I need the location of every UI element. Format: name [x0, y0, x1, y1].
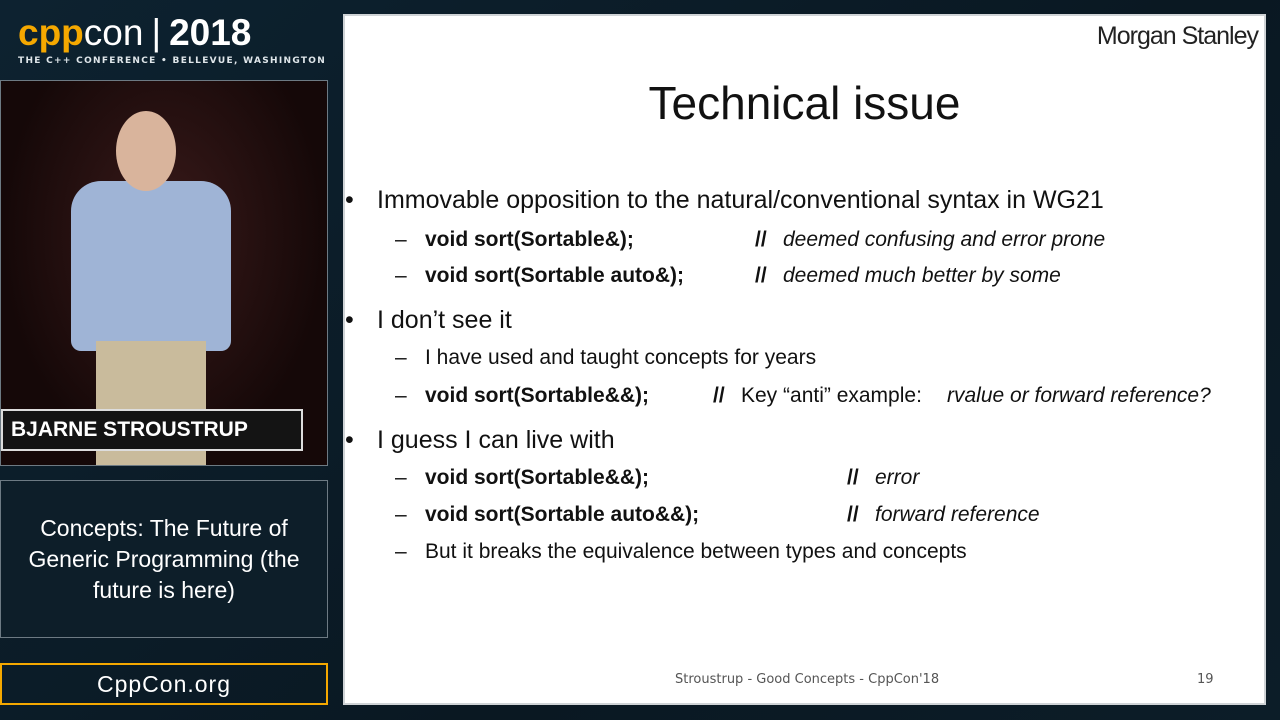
slide-bullet-line: • Immovable opposition to the natural/con… [345, 186, 1104, 215]
slide-text-segment: I have used and taught concepts for year… [425, 346, 817, 369]
slide-text-segment: Key “anti” example: [741, 384, 922, 407]
slide-bullet-line: • I don’t see it [345, 306, 512, 335]
dash-icon: – [395, 346, 407, 369]
dash-icon: – [395, 384, 407, 407]
speaker-name: BJARNE STROUSTRUP [1, 409, 303, 451]
dash-icon: – [395, 540, 407, 563]
slide-text-segment: void sort(Sortable&&); [425, 384, 650, 407]
slide-text-segment: // [847, 503, 859, 526]
slide-title: Technical issue [648, 77, 961, 129]
slide-text-segment: I guess I can live with [377, 426, 615, 454]
slide-bullet-line: – I have used and taught concepts for yea… [395, 346, 817, 370]
dash-icon: – [395, 466, 407, 489]
slide-text-segment: rvalue or forward reference? [947, 384, 1211, 407]
slide-text-segment: // [847, 466, 859, 489]
slide-text-segment: void sort(Sortable auto&&); [425, 503, 700, 526]
slide-bullet-line: – void sort(Sortable&&); // error [395, 466, 919, 490]
slide-footer: Stroustrup - Good Concepts - CppCon'18 [675, 672, 940, 687]
logo-tagline: THE C++ CONFERENCE • BELLEVUE, WASHINGTO… [18, 56, 327, 66]
slide-bullet-line: • I guess I can live with [345, 426, 615, 455]
cppcon-logo: cppcon | 2018 THE C++ CONFERENCE • BELLEVU… [18, 12, 327, 66]
logo-cpp: cpp [18, 12, 84, 53]
slide-text-segment: deemed confusing and error prone [783, 228, 1106, 251]
dash-icon: – [395, 228, 407, 251]
site-url: CppCon.org [0, 663, 328, 705]
slide-text-segment: forward reference [875, 503, 1040, 526]
slide-bullet-line: – But it breaks the equivalence between t… [395, 540, 967, 564]
sponsor-logo: Morgan Stanley [1096, 22, 1259, 50]
slide-text-segment: // [755, 264, 767, 287]
logo-year: 2018 [169, 12, 252, 53]
talk-title: Concepts: The Future of Generic Programm… [0, 480, 328, 638]
slide-text-segment: // [755, 228, 767, 251]
slide-text-segment: void sort(Sortable auto&); [425, 264, 685, 287]
talk-title-text: Concepts: The Future of Generic Programm… [28, 514, 300, 603]
slide-text-segment: void sort(Sortable&); [425, 228, 634, 251]
slide-text-segment: // [713, 384, 725, 407]
dash-icon: – [395, 264, 407, 287]
dash-icon: – [395, 503, 407, 526]
slide-text-segment: void sort(Sortable&&); [425, 466, 650, 489]
logo-separator: | [151, 12, 162, 53]
slide: Morgan Stanley Technical issue • Immovabl… [343, 14, 1266, 705]
slide-text-segment: error [875, 466, 920, 489]
slide-bullet-line: – void sort(Sortable auto&); // deemed much… [395, 264, 1061, 288]
slide-bullet-line: – void sort(Sortable auto&&); // forward re… [395, 503, 1040, 527]
slide-text-segment: Immovable opposition to the natural/conv… [377, 186, 1104, 214]
slide-text-segment: But it breaks the equivalence between ty… [425, 540, 967, 563]
speaker-video: BJARNE STROUSTRUP [0, 80, 328, 466]
bullet-icon: • [345, 306, 354, 334]
slide-bullet-line: – void sort(Sortable&&); // Key “anti” exam… [395, 384, 1211, 408]
slide-text-segment: deemed much better by some [783, 264, 1061, 287]
bullet-icon: • [345, 426, 354, 454]
bullet-icon: • [345, 186, 354, 214]
logo-con: con [83, 12, 144, 53]
slide-text-segment: I don’t see it [377, 306, 512, 334]
slide-bullet-line: – void sort(Sortable&); // deemed confusing… [395, 228, 1105, 252]
slide-page-number: 19 [1197, 672, 1214, 687]
